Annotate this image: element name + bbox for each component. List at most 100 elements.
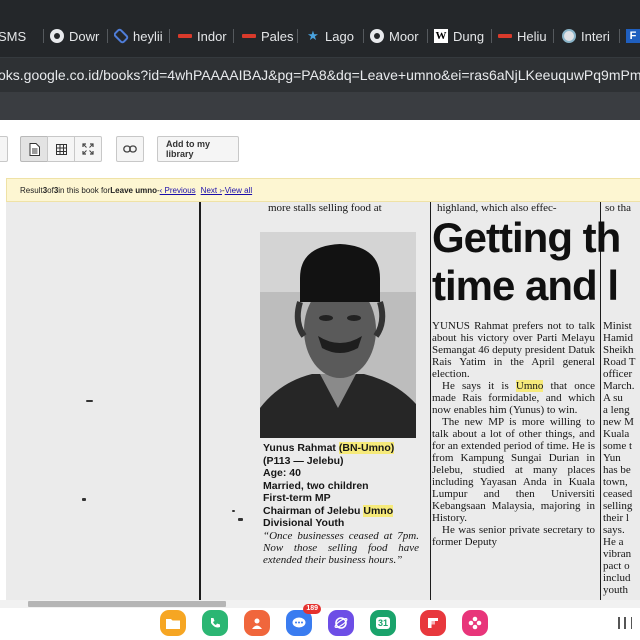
- browser-tab-heylink[interactable]: heylii: [114, 26, 170, 46]
- next-result-link[interactable]: Next ›: [201, 186, 222, 195]
- right-column-line: pact o: [603, 560, 630, 572]
- scan-speck: [232, 510, 235, 512]
- internet-app-icon[interactable]: [328, 610, 354, 636]
- tab-label: Dung: [453, 28, 485, 44]
- heylink-icon: [114, 27, 130, 45]
- expand-icon: [82, 143, 94, 155]
- browser-tab-internet[interactable]: Interi: [562, 26, 620, 46]
- photo-caption: Yunus Rahmat (BN-Umno) (P113 — Jelebu) A…: [263, 442, 419, 566]
- tab-label: SMS: [0, 28, 27, 44]
- portrait-photo: [260, 232, 416, 438]
- browser-tab-wikipedia[interactable]: W Dung: [434, 26, 492, 46]
- calendar-day: 31: [375, 617, 390, 629]
- add-to-library-label: Add to my library: [166, 139, 210, 159]
- scan-speck: [86, 400, 93, 402]
- portrait-image: [260, 232, 416, 438]
- caption-name: Yunus Rahmat: [263, 442, 336, 454]
- caption-age: Age: 40: [263, 467, 301, 479]
- right-column-line: selling: [603, 500, 633, 512]
- chat-icon: [292, 617, 306, 628]
- flower-app-icon[interactable]: [462, 610, 488, 636]
- article-body: YUNUS Rahmat prefers not to talk about h…: [432, 320, 595, 548]
- column-rule: [430, 202, 431, 600]
- right-column-line: Kuala: [603, 428, 630, 440]
- column-rule: [199, 202, 201, 600]
- grid-icon: [55, 143, 67, 155]
- link-button[interactable]: [116, 136, 144, 162]
- right-column-line: says.: [603, 524, 625, 536]
- right-column-line: Yun: [603, 452, 621, 464]
- search-query-text: Leave umno: [110, 185, 157, 195]
- view-all-link[interactable]: View all: [225, 186, 252, 195]
- tab-label: heylii: [133, 28, 163, 44]
- runner-icon: ★: [307, 28, 319, 43]
- headline-line-1: Getting th: [432, 214, 621, 261]
- wikipedia-icon: W: [434, 29, 448, 43]
- flipboard-app-icon[interactable]: [420, 610, 446, 636]
- files-app-icon[interactable]: [160, 610, 186, 636]
- body-paragraph: YUNUS Rahmat prefers not to talk about h…: [432, 320, 595, 380]
- browser-tab-f[interactable]: F: [626, 26, 640, 46]
- phone-icon: [211, 618, 220, 628]
- banner-middle-text: in this book for: [58, 185, 111, 195]
- tab-label: Heliu: [517, 28, 547, 44]
- messages-app-icon[interactable]: 189: [286, 604, 321, 636]
- single-page-icon: [29, 142, 40, 156]
- notification-badge: 189: [303, 604, 321, 614]
- caption-party-highlight: (BN-Umno): [338, 442, 395, 454]
- caption-seat: (P113 — Jelebu): [263, 454, 344, 467]
- bookmark-strip: [0, 92, 640, 120]
- right-column-line: officer: [603, 368, 633, 380]
- thumbnail-view-button[interactable]: [47, 136, 75, 162]
- address-bar[interactable]: oks.google.co.id/books?id=4whPAAAAIBAJ&p…: [0, 58, 640, 92]
- tab-label: Moor: [389, 28, 419, 44]
- right-column-fragments: Minist Hamid Sheikh Road Tofficer March. A su…: [603, 320, 640, 596]
- caption-role: Chairman of Jelebu: [263, 504, 361, 517]
- news-icon: [178, 34, 192, 38]
- previous-result-link[interactable]: ‹ Previous: [160, 186, 196, 195]
- fullscreen-button[interactable]: [74, 136, 102, 162]
- phone-app-icon[interactable]: [202, 610, 228, 636]
- news-icon: [498, 34, 512, 38]
- recents-bar: [624, 617, 626, 629]
- folder-icon: [166, 618, 180, 629]
- contacts-app-icon[interactable]: [244, 610, 270, 636]
- browser-tab-downloads[interactable]: Dowr: [50, 26, 108, 46]
- browser-tab-lago[interactable]: ★ Lago: [306, 26, 364, 46]
- tab-label: Interi: [581, 28, 610, 44]
- right-column-line: vibran: [603, 548, 632, 560]
- url-text[interactable]: oks.google.co.id/books?id=4whPAAAAIBAJ&p…: [0, 67, 640, 83]
- flower-icon: [468, 616, 482, 630]
- book-page-scan[interactable]: more stalls selling food at Yunus Rahmat…: [6, 202, 640, 600]
- flip-icon: [428, 618, 438, 628]
- chrome-icon: [50, 29, 64, 43]
- search-in-book-button[interactable]: [0, 136, 8, 162]
- recents-bar: [630, 617, 632, 629]
- calendar-app-icon[interactable]: 31: [370, 610, 396, 636]
- browser-tab-indonesia[interactable]: Indor: [178, 26, 234, 46]
- tab-label: Lago: [325, 28, 354, 44]
- caption-family: Married, two children: [263, 479, 369, 492]
- scan-speck: [82, 498, 86, 501]
- right-column-line: Hamid: [603, 332, 633, 344]
- right-column-line: ceased: [603, 488, 633, 500]
- browser-tab-helium[interactable]: Heliu: [498, 26, 554, 46]
- caption-quote: “Once businesses ceased at 7pm. Now thos…: [263, 529, 419, 566]
- browser-tab-strip: SMS Dowr heylii Indor Pales ★ Lago Moor …: [0, 0, 640, 58]
- body-text: He says it is: [442, 380, 516, 392]
- right-column-line: Road T: [603, 356, 636, 368]
- tab-label: Pales: [261, 28, 294, 44]
- browser-tab-moon[interactable]: Moor: [370, 26, 428, 46]
- add-to-library-button[interactable]: Add to my library: [157, 136, 239, 162]
- browser-tab-palestine[interactable]: Pales: [242, 26, 298, 46]
- single-page-view-button[interactable]: [20, 136, 48, 162]
- f-icon: F: [626, 29, 640, 43]
- person-icon: [252, 618, 262, 629]
- books-toolbar: Add to my library: [0, 120, 640, 176]
- browser-tab-sms[interactable]: SMS: [0, 26, 44, 46]
- recents-bar: [618, 617, 620, 629]
- caption-role-cont: Divisional Youth: [263, 517, 345, 529]
- recent-apps-button[interactable]: [618, 617, 632, 629]
- globe-icon: [562, 29, 576, 43]
- scrollbar-thumb[interactable]: [28, 601, 226, 607]
